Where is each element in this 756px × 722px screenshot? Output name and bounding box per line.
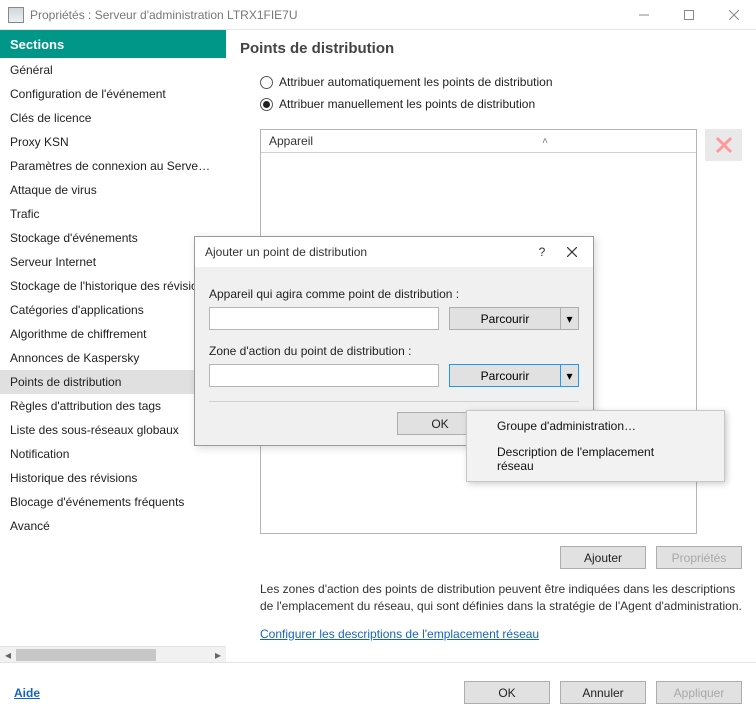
browse-label: Parcourir bbox=[450, 369, 560, 383]
configure-link[interactable]: Configurer les descriptions de l'emplace… bbox=[260, 627, 539, 641]
chevron-down-icon: ▾ bbox=[560, 365, 578, 386]
dialog-titlebar: Ajouter un point de distribution ? bbox=[195, 237, 593, 267]
dialog-title: Ajouter un point de distribution bbox=[205, 245, 527, 259]
sidebar-nav: GénéralConfiguration de l'événementClés … bbox=[0, 58, 226, 646]
sidebar-item[interactable]: Règles d'attribution des tags bbox=[0, 394, 226, 418]
zone-input[interactable] bbox=[209, 364, 439, 387]
sidebar-item[interactable]: Points de distribution bbox=[0, 370, 226, 394]
sidebar-item[interactable]: Serveur Internet bbox=[0, 250, 226, 274]
description-text: Les zones d'action des points de distrib… bbox=[260, 581, 742, 615]
window-title: Propriétés : Serveur d'administration LT… bbox=[30, 8, 621, 22]
sidebar-hscroll[interactable]: ◂ ▸ bbox=[0, 646, 226, 662]
sidebar-item[interactable]: Annonces de Kaspersky bbox=[0, 346, 226, 370]
cancel-button[interactable]: Annuler bbox=[560, 681, 646, 704]
radio-manual[interactable]: Attribuer manuellement les points de dis… bbox=[260, 97, 742, 111]
radio-icon bbox=[260, 98, 273, 111]
browse-dropdown: Groupe d'administration… Description de … bbox=[466, 410, 725, 482]
sidebar-item[interactable]: Stockage de l'historique des révisions bbox=[0, 274, 226, 298]
dialog-close-button[interactable] bbox=[557, 237, 587, 267]
maximize-button[interactable] bbox=[666, 0, 711, 30]
sidebar-header: Sections bbox=[0, 30, 226, 58]
sidebar-item[interactable]: Stockage d'événements bbox=[0, 226, 226, 250]
sidebar-item[interactable]: Historique des révisions bbox=[0, 466, 226, 490]
radio-auto[interactable]: Attribuer automatiquement les points de … bbox=[260, 75, 742, 89]
device-browse-combo[interactable]: Parcourir ▾ bbox=[449, 307, 579, 330]
ok-label: OK bbox=[431, 417, 448, 431]
zone-label: Zone d'action du point de distribution : bbox=[209, 344, 579, 358]
sidebar-item[interactable]: Notification bbox=[0, 442, 226, 466]
help-link[interactable]: Aide bbox=[14, 686, 40, 700]
radio-icon bbox=[260, 76, 273, 89]
window-titlebar: Propriétés : Serveur d'administration LT… bbox=[0, 0, 756, 30]
sidebar-item[interactable]: Liste des sous-réseaux globaux bbox=[0, 418, 226, 442]
minimize-button[interactable] bbox=[621, 0, 666, 30]
sidebar-item[interactable]: Attaque de virus bbox=[0, 178, 226, 202]
radio-manual-label: Attribuer manuellement les points de dis… bbox=[279, 97, 535, 111]
close-button[interactable] bbox=[711, 0, 756, 30]
sidebar-item[interactable]: Trafic bbox=[0, 202, 226, 226]
sidebar-item[interactable]: Avancé bbox=[0, 514, 226, 538]
list-header[interactable]: Appareil ˄ bbox=[261, 130, 696, 153]
zone-browse-combo[interactable]: Parcourir ▾ bbox=[449, 364, 579, 387]
apply-label: Appliquer bbox=[674, 686, 725, 700]
properties-button: Propriétés bbox=[656, 546, 742, 569]
chevron-down-icon: ▾ bbox=[560, 308, 578, 329]
sidebar-item[interactable]: Proxy KSN bbox=[0, 130, 226, 154]
add-button[interactable]: Ajouter bbox=[560, 546, 646, 569]
dropdown-item-network-location[interactable]: Description de l'emplacement réseau bbox=[469, 439, 722, 479]
device-input[interactable] bbox=[209, 307, 439, 330]
sidebar-item[interactable]: Configuration de l'événement bbox=[0, 82, 226, 106]
sidebar-item[interactable]: Général bbox=[0, 58, 226, 82]
scroll-thumb[interactable] bbox=[16, 649, 156, 661]
scroll-right-icon[interactable]: ▸ bbox=[210, 647, 226, 663]
properties-button-label: Propriétés bbox=[672, 551, 727, 565]
dialog-help-button[interactable]: ? bbox=[527, 237, 557, 267]
add-button-label: Ajouter bbox=[584, 551, 622, 565]
ok-button[interactable]: OK bbox=[464, 681, 550, 704]
col-device: Appareil bbox=[269, 134, 313, 148]
browse-label: Parcourir bbox=[450, 312, 560, 326]
sidebar-item[interactable]: Clés de licence bbox=[0, 106, 226, 130]
dropdown-item-admin-group[interactable]: Groupe d'administration… bbox=[469, 413, 722, 439]
separator bbox=[209, 401, 579, 402]
app-icon bbox=[8, 7, 24, 23]
content-title: Points de distribution bbox=[226, 30, 756, 75]
cancel-label: Annuler bbox=[582, 686, 623, 700]
ok-label: OK bbox=[498, 686, 515, 700]
sidebar-item[interactable]: Blocage d'événements fréquents bbox=[0, 490, 226, 514]
sidebar: Sections GénéralConfiguration de l'événe… bbox=[0, 30, 226, 662]
sidebar-item[interactable]: Paramètres de connexion au Serveur d'adm… bbox=[0, 154, 226, 178]
scroll-left-icon[interactable]: ◂ bbox=[0, 647, 16, 663]
remove-button[interactable] bbox=[705, 129, 742, 161]
apply-button: Appliquer bbox=[656, 681, 742, 704]
radio-auto-label: Attribuer automatiquement les points de … bbox=[279, 75, 553, 89]
sidebar-item[interactable]: Algorithme de chiffrement bbox=[0, 322, 226, 346]
dialog-footer: Aide OK Annuler Appliquer bbox=[0, 662, 756, 722]
sort-asc-icon: ˄ bbox=[542, 136, 548, 147]
device-label: Appareil qui agira comme point de distri… bbox=[209, 287, 579, 301]
sidebar-item[interactable]: Catégories d'applications bbox=[0, 298, 226, 322]
